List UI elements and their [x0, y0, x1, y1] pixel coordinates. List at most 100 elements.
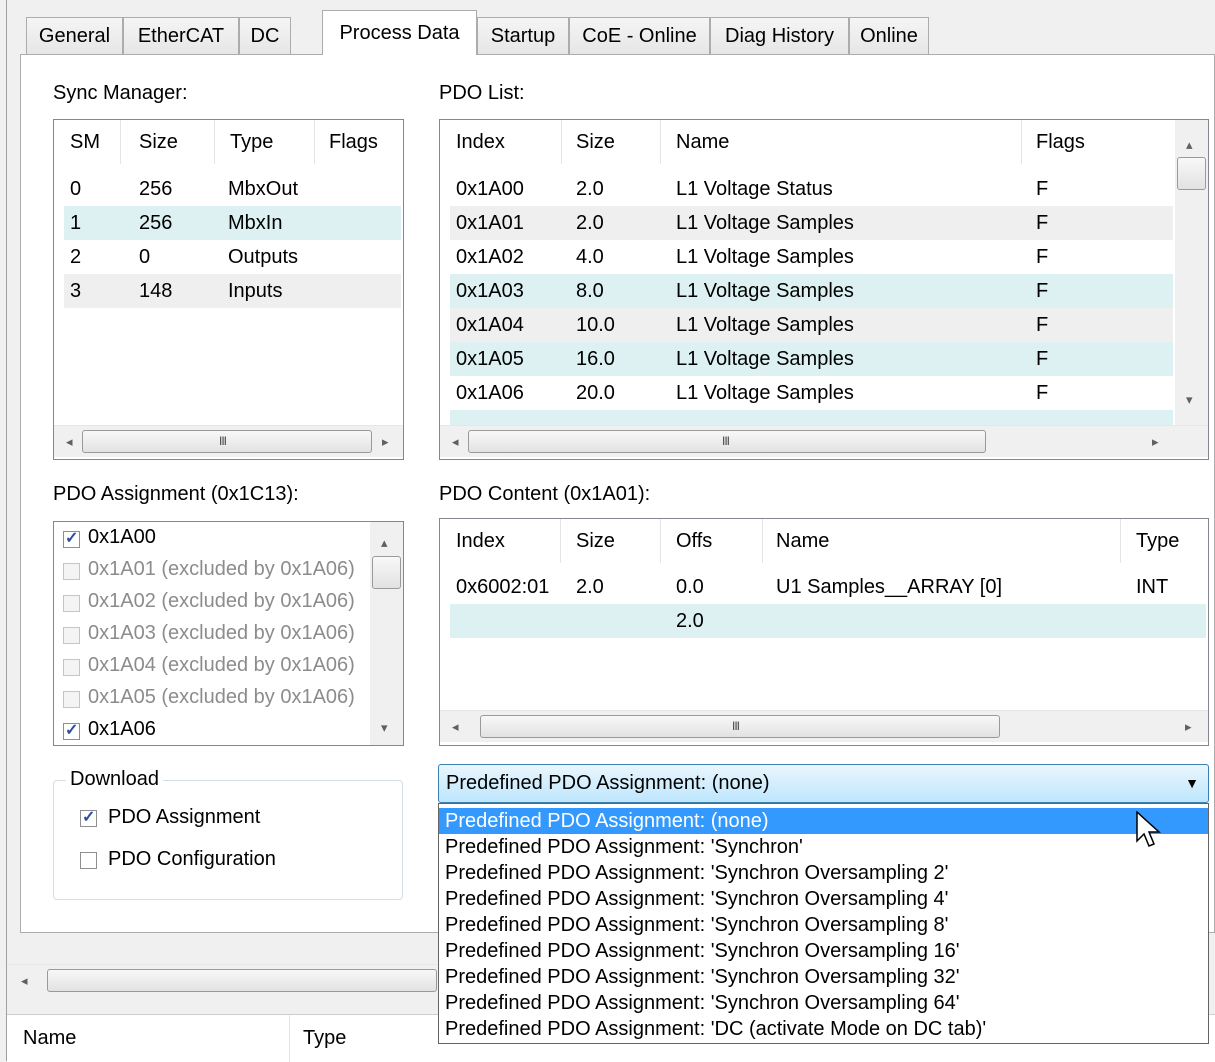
table-row[interactable]: 0x1A00 2.0 L1 Voltage Status F: [450, 172, 1173, 206]
scroll-down-icon[interactable]: ▾: [381, 721, 388, 735]
grip-icon: III: [219, 434, 227, 448]
table-row[interactable]: 0x1A04 10.0 L1 Voltage Samples F: [450, 308, 1173, 342]
scroll-left-icon[interactable]: ◂: [452, 435, 459, 449]
pdo-list[interactable]: Index Size Name Flags 0x1A00 2.0 L1 Volt…: [439, 119, 1209, 460]
table-row[interactable]: 2 0 Outputs: [64, 240, 401, 274]
cell: 2.0: [576, 212, 604, 234]
pdo-assignment-checkbox[interactable]: [80, 807, 97, 827]
scroll-left-icon[interactable]: ◂: [452, 720, 459, 734]
column-header-flags[interactable]: Flags: [1036, 120, 1085, 164]
cell: 3: [70, 280, 82, 302]
pdo-assignment-label: PDO Assignment (0x1C13):: [53, 483, 299, 505]
cell: 4.0: [576, 246, 604, 268]
dropdown-option[interactable]: Predefined PDO Assignment: 'Synchron': [439, 834, 1208, 860]
scroll-thumb[interactable]: [1177, 157, 1206, 190]
dropdown-option[interactable]: Predefined PDO Assignment: 'Synchron Ove…: [439, 990, 1208, 1016]
cell: L1 Voltage Samples: [676, 314, 854, 336]
column-header-size[interactable]: Size: [576, 519, 615, 563]
cell: L1 Voltage Status: [676, 178, 833, 200]
column-header-name[interactable]: Name: [776, 519, 829, 563]
column-header-type[interactable]: Type: [303, 1027, 346, 1050]
scroll-thumb[interactable]: [480, 715, 1000, 738]
scroll-thumb[interactable]: [47, 969, 437, 992]
assignment-item-label: 0x1A03 (excluded by 0x1A06): [88, 622, 355, 644]
pdo-list-vscrollbar[interactable]: ▴ ▾: [1175, 120, 1208, 425]
scroll-right-icon[interactable]: ▸: [1185, 720, 1192, 734]
cell: MbxOut: [228, 178, 299, 200]
pdo-content-list[interactable]: Index Size Offs Name Type 0x6002:01 2.0 …: [439, 518, 1209, 746]
scroll-up-icon[interactable]: ▴: [1186, 138, 1193, 152]
tab-ethercat[interactable]: EtherCAT: [123, 17, 239, 54]
column-header-flags[interactable]: Flags: [329, 120, 378, 164]
scroll-up-icon[interactable]: ▴: [381, 536, 388, 550]
chevron-down-icon[interactable]: ▼: [1185, 765, 1199, 802]
grip-icon: III: [722, 434, 730, 448]
table-row[interactable]: 2.0: [450, 604, 1206, 638]
table-row[interactable]: 0x6002:01 2.0 0.0 U1 Samples__ARRAY [0] …: [450, 570, 1206, 604]
dropdown-option[interactable]: Predefined PDO Assignment: 'Synchron Ove…: [439, 938, 1208, 964]
table-row[interactable]: 0 256 MbxOut: [64, 172, 401, 206]
sync-manager-list[interactable]: SM Size Type Flags 0 256 MbxOut 1 256 Mb…: [53, 119, 404, 460]
dropdown-option[interactable]: Predefined PDO Assignment: 'Synchron Ove…: [439, 886, 1208, 912]
pdo-content-hscrollbar[interactable]: ◂ III ▸: [440, 710, 1208, 742]
scroll-right-icon[interactable]: ▸: [1152, 435, 1159, 449]
scroll-left-icon[interactable]: ◂: [21, 974, 28, 988]
dropdown-option[interactable]: Predefined PDO Assignment: 'DC (activate…: [439, 1016, 1208, 1042]
column-header-type[interactable]: Type: [230, 120, 273, 164]
dropdown-option[interactable]: Predefined PDO Assignment: 'Synchron Ove…: [439, 912, 1208, 938]
table-row[interactable]: 0x1A05 16.0 L1 Voltage Samples F: [450, 342, 1173, 376]
table-row[interactable]: 0x1A03 8.0 L1 Voltage Samples F: [450, 274, 1173, 308]
checkbox-0x1a00[interactable]: [63, 528, 80, 548]
column-header-sm[interactable]: SM: [70, 120, 100, 164]
table-row[interactable]: 3 148 Inputs: [64, 274, 401, 308]
sync-manager-header: SM Size Type Flags: [54, 120, 403, 164]
tab-coe-online[interactable]: CoE - Online: [569, 17, 710, 54]
table-row[interactable]: 0x1A06 20.0 L1 Voltage Samples F: [450, 376, 1173, 410]
predefined-pdo-combobox[interactable]: Predefined PDO Assignment: (none) ▼: [438, 764, 1209, 803]
download-groupbox: [53, 780, 403, 900]
cell: 0.0: [676, 576, 704, 598]
scroll-right-icon[interactable]: ▸: [382, 435, 389, 449]
pdo-configuration-checkbox[interactable]: [80, 852, 97, 869]
cell: F: [1036, 280, 1049, 302]
scroll-down-icon[interactable]: ▾: [1186, 393, 1193, 407]
tab-diag-history[interactable]: Diag History: [710, 17, 849, 54]
tab-general[interactable]: General: [26, 17, 123, 54]
column-header-index[interactable]: Index: [456, 519, 505, 563]
pdo-assignment-list[interactable]: 0x1A00 0x1A01 (excluded by 0x1A06) 0x1A0…: [53, 521, 404, 746]
pdo-list-hscrollbar[interactable]: ◂ III ▸: [440, 425, 1208, 457]
column-header-type[interactable]: Type: [1136, 519, 1179, 563]
table-row-partial[interactable]: [450, 410, 1173, 425]
column-header-name[interactable]: Name: [23, 1027, 76, 1050]
tab-dc[interactable]: DC: [239, 17, 291, 54]
predefined-pdo-dropdown[interactable]: Predefined PDO Assignment: (none) Predef…: [438, 803, 1209, 1044]
table-row[interactable]: 1 256 MbxIn: [64, 206, 401, 240]
dropdown-option[interactable]: Predefined PDO Assignment: (none): [439, 808, 1208, 834]
sync-manager-hscrollbar[interactable]: ◂ III ▸: [54, 425, 403, 457]
cell: 0x1A06: [456, 382, 524, 404]
checkbox-0x1a06[interactable]: [63, 720, 80, 740]
cell: F: [1036, 212, 1049, 234]
table-row[interactable]: 0x1A01 2.0 L1 Voltage Samples F: [450, 206, 1173, 240]
pdo-configuration-checkbox-label: PDO Configuration: [108, 848, 276, 870]
dropdown-option[interactable]: Predefined PDO Assignment: 'Synchron Ove…: [439, 860, 1208, 886]
column-header-index[interactable]: Index: [456, 120, 505, 164]
scroll-thumb[interactable]: [82, 430, 372, 453]
pdo-assignment-vscrollbar[interactable]: ▴ ▾: [370, 522, 403, 745]
scroll-left-icon[interactable]: ◂: [66, 435, 73, 449]
pdo-content-label: PDO Content (0x1A01):: [439, 483, 651, 505]
tab-process-data[interactable]: Process Data: [322, 10, 477, 55]
tab-online[interactable]: Online: [849, 17, 929, 54]
column-header-offs[interactable]: Offs: [676, 519, 712, 563]
scroll-thumb[interactable]: [372, 556, 401, 589]
column-header-size[interactable]: Size: [139, 120, 178, 164]
cell: Inputs: [228, 280, 283, 302]
column-header-name[interactable]: Name: [676, 120, 729, 164]
pdo-content-header: Index Size Offs Name Type: [440, 519, 1208, 563]
dropdown-option[interactable]: Predefined PDO Assignment: 'Synchron Ove…: [439, 964, 1208, 990]
column-header-size[interactable]: Size: [576, 120, 615, 164]
bottom-hscrollbar[interactable]: ◂: [7, 964, 437, 996]
table-row[interactable]: 0x1A02 4.0 L1 Voltage Samples F: [450, 240, 1173, 274]
tab-startup[interactable]: Startup: [477, 17, 569, 54]
cell: 256: [139, 178, 173, 200]
